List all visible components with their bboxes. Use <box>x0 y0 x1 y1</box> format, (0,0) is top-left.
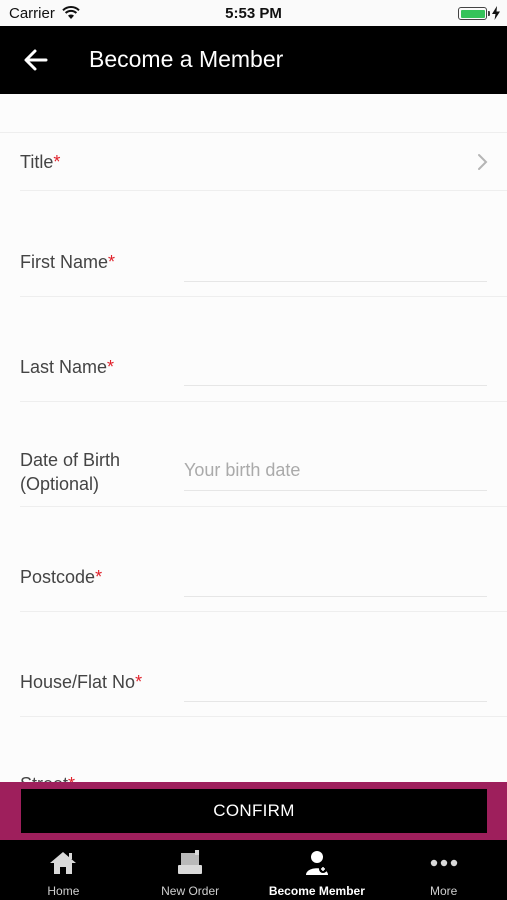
nav-bar: Become a Member <box>0 26 507 94</box>
last-name-label: Last Name* <box>20 357 115 377</box>
tab-home[interactable]: Home <box>0 840 127 900</box>
required-marker: * <box>135 672 143 692</box>
first-name-label: First Name* <box>20 252 116 272</box>
street-label: Street* <box>20 772 75 782</box>
battery-icon <box>458 7 487 20</box>
house-flat-no-input[interactable] <box>184 669 487 699</box>
postcode-input[interactable] <box>184 564 487 594</box>
required-marker: * <box>95 567 103 587</box>
tab-more[interactable]: More <box>380 840 507 900</box>
first-name-input[interactable] <box>184 249 487 279</box>
postcode-underline <box>184 596 487 597</box>
battery-nub <box>488 11 490 16</box>
status-time: 5:53 PM <box>225 5 282 22</box>
house-flat-no-underline <box>184 701 487 702</box>
charging-bolt-icon <box>492 6 500 20</box>
membership-form: Title* First Name* Last Name* Date of Bi… <box>0 94 507 782</box>
date-of-birth-underline <box>184 490 487 491</box>
row-separator <box>20 716 507 717</box>
required-marker: * <box>107 357 115 377</box>
house-flat-no-label: House/Flat No* <box>20 672 143 692</box>
date-of-birth-label: Date of Birth (Optional) <box>20 450 121 494</box>
tab-become-member[interactable]: Become Member <box>254 840 381 900</box>
required-marker: * <box>68 774 75 782</box>
row-separator <box>20 611 507 612</box>
page-title: Become a Member <box>89 46 284 72</box>
postcode-label: Postcode* <box>20 567 103 587</box>
row-separator <box>20 506 507 507</box>
new-order-icon <box>178 850 203 874</box>
required-marker: * <box>53 152 61 172</box>
row-separator <box>20 296 507 297</box>
confirm-button[interactable]: CONFIRM <box>21 789 487 833</box>
chevron-right-icon[interactable] <box>476 153 488 171</box>
row-separator <box>20 190 507 191</box>
last-name-underline <box>184 385 487 386</box>
back-arrow-icon[interactable] <box>23 48 49 72</box>
status-bar: Carrier 5:53 PM <box>0 0 507 26</box>
first-name-underline <box>184 281 487 282</box>
required-marker: * <box>108 252 116 272</box>
tab-bar: Home New Order Become Member More <box>0 840 507 900</box>
more-dots-icon <box>430 859 457 867</box>
date-of-birth-input[interactable] <box>184 455 487 485</box>
last-name-input[interactable] <box>184 354 487 384</box>
home-icon <box>50 852 77 874</box>
confirm-bar: CONFIRM <box>0 782 507 840</box>
top-separator <box>0 132 507 133</box>
tab-new-order[interactable]: New Order <box>127 840 254 900</box>
row-separator <box>20 401 507 402</box>
member-icon <box>305 851 328 875</box>
title-label: Title* <box>20 152 61 172</box>
